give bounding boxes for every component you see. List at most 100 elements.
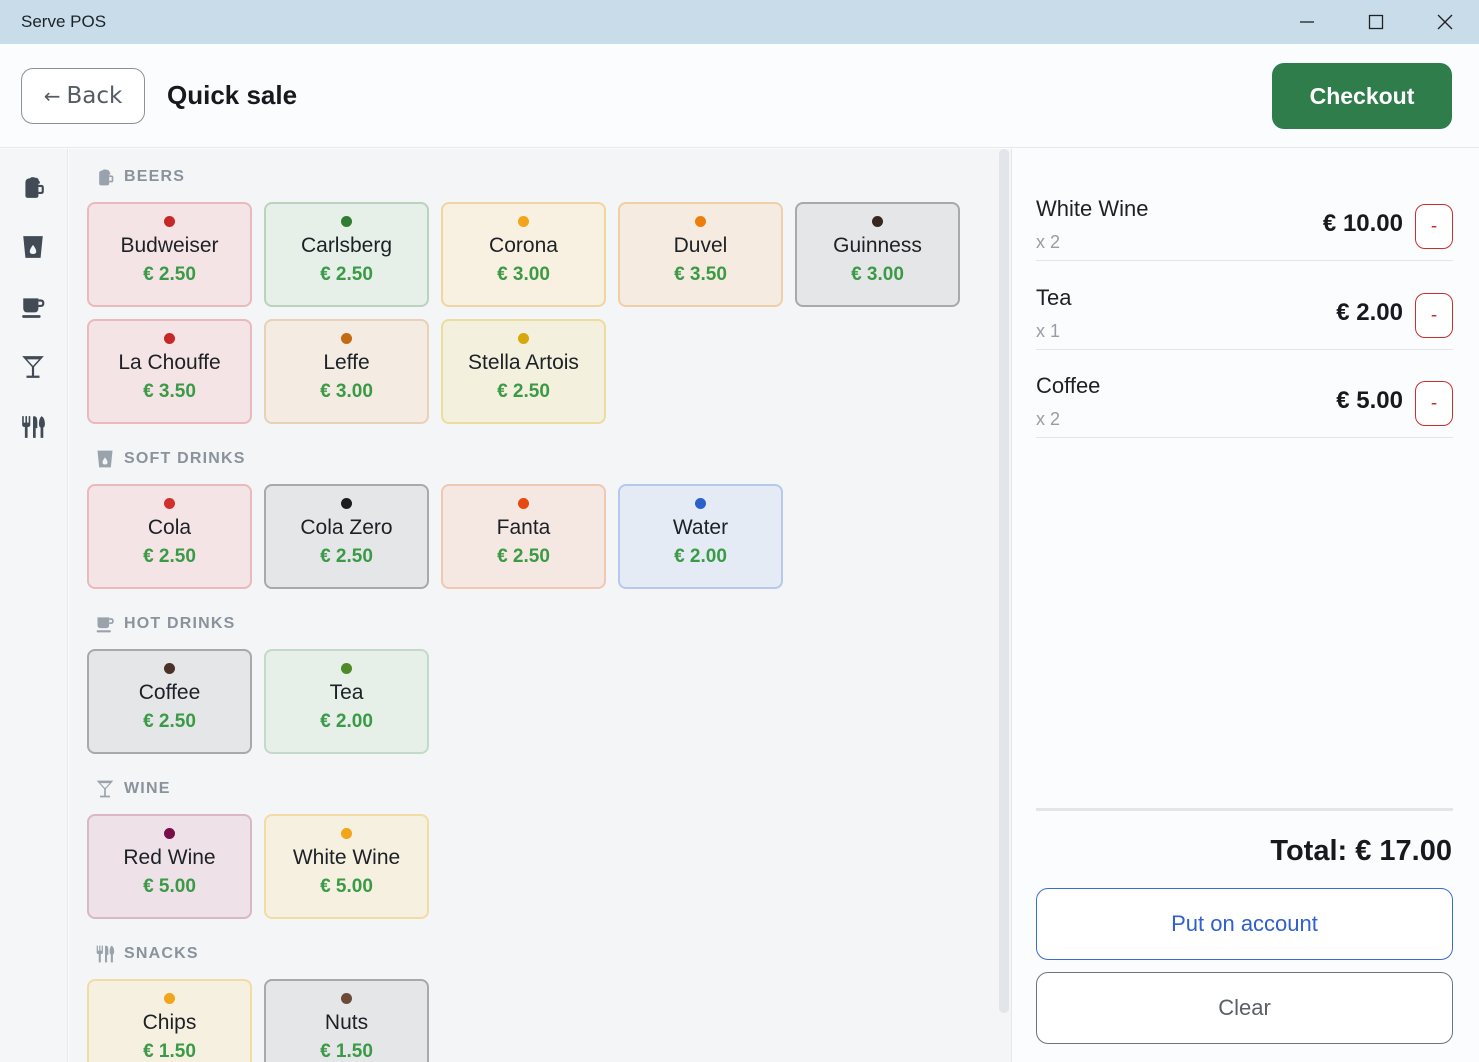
grid-scrollbar[interactable] [999,149,1011,1062]
wine-glass-icon [96,780,114,798]
page-header: ← Back Quick sale Checkout [0,44,1479,148]
order-panel: White Wine x 2 € 10.00 - Tea x 1 € 2.00 … [1011,149,1479,1062]
product-name: Fanta [496,516,551,539]
color-dot [518,498,529,509]
product-price: € 2.50 [497,381,550,402]
product-price: € 2.50 [320,546,373,567]
color-dot [695,498,706,509]
color-dot [518,333,529,344]
product-name: Stella Artois [468,351,579,374]
rail-item-wine[interactable] [20,354,46,380]
product-grid: BEERS Budweiser € 2.50 Carlsberg € 2.50 Co… [69,149,999,1062]
order-line-qty: x 1 [1036,321,1061,341]
color-dot [164,333,175,344]
back-button-label: Back [66,83,123,109]
order-line-amount: € 10.00 [1322,210,1403,237]
product-name: La Chouffe [118,351,221,374]
product-price: € 3.50 [674,264,727,285]
order-line: White Wine x 2 € 10.00 - [1036,172,1453,261]
product-tile[interactable]: Cola € 2.50 [87,484,252,589]
cup-icon [23,236,43,258]
product-name: Nuts [324,1011,369,1034]
product-price: € 1.50 [143,1041,196,1062]
product-tile[interactable]: Chips € 1.50 [87,979,252,1062]
product-price: € 2.50 [320,264,373,285]
product-tile[interactable]: Red Wine € 5.00 [87,814,252,919]
color-dot [695,216,706,227]
rail-item-hot-drinks[interactable] [20,294,46,320]
scrollbar-thumb[interactable] [999,149,1009,1013]
product-name: Leffe [323,351,370,374]
product-tile[interactable]: Guinness € 3.00 [795,202,960,307]
product-tile[interactable]: Stella Artois € 2.50 [441,319,606,424]
close-button[interactable] [1410,0,1479,44]
product-tile[interactable]: Cola Zero € 2.50 [264,484,429,589]
beer-icon [25,177,44,198]
color-dot [518,216,529,227]
section-header-wine: WINE [95,779,171,799]
product-name: White Wine [292,846,401,869]
section-header-beers: BEERS [95,167,185,187]
product-tile[interactable]: Nuts € 1.50 [264,979,429,1062]
product-name: Water [672,516,729,539]
product-tile[interactable]: White Wine € 5.00 [264,814,429,919]
color-dot [164,828,175,839]
product-name: Corona [489,234,558,257]
section-label: SOFT DRINKS [124,450,246,467]
product-price: € 2.50 [143,546,196,567]
section-label: HOT DRINKS [124,615,236,632]
maximize-button[interactable] [1341,0,1410,44]
product-tile[interactable]: Fanta € 2.50 [441,484,606,589]
rail-item-soft-drinks[interactable] [20,234,46,260]
color-dot [872,216,883,227]
product-tile[interactable]: Tea € 2.00 [264,649,429,754]
product-name: Red Wine [123,846,216,869]
remove-item-button[interactable]: - [1415,293,1453,338]
product-tile[interactable]: Duvel € 3.50 [618,202,783,307]
window-controls [1272,0,1479,44]
order-line: Tea x 1 € 2.00 - [1036,261,1453,350]
hot-drink-icon [96,617,114,633]
checkout-button[interactable]: Checkout [1272,63,1452,129]
product-tile[interactable]: Corona € 3.00 [441,202,606,307]
order-line-name: Tea [1036,285,1072,310]
order-line-amount: € 5.00 [1336,387,1403,414]
product-price: € 3.50 [143,381,196,402]
product-tile[interactable]: Budweiser € 2.50 [87,202,252,307]
color-dot [164,993,175,1004]
color-dot [164,663,175,674]
arrow-left-icon: ← [43,84,61,108]
order-line: Coffee x 2 € 5.00 - [1036,349,1453,438]
product-tile[interactable]: Carlsberg € 2.50 [264,202,429,307]
title-bar: Serve POS [0,0,1479,44]
product-price: € 2.50 [143,711,196,732]
back-button[interactable]: ← Back [21,68,145,124]
product-name: Coffee [138,681,201,704]
order-line-amount: € 2.00 [1336,299,1403,326]
cocktail-icon [22,356,44,378]
product-price: € 3.00 [851,264,904,285]
minimize-button[interactable] [1272,0,1341,44]
remove-item-button[interactable]: - [1415,204,1453,249]
product-price: € 2.00 [674,546,727,567]
rail-item-beers[interactable] [20,174,46,200]
product-name: Guinness [833,234,922,257]
section-header-hot-drinks: HOT DRINKS [95,614,236,634]
order-total: Total: € 17.00 [1270,835,1452,867]
close-icon [1437,14,1452,30]
color-dot [341,663,352,674]
product-name: Cola Zero [300,516,393,539]
clear-button[interactable]: Clear [1036,972,1453,1044]
product-name: Carlsberg [300,234,393,257]
product-tile[interactable]: Water € 2.00 [618,484,783,589]
beer-icon [99,169,114,186]
put-on-account-button[interactable]: Put on account [1036,888,1453,960]
rail-item-snacks[interactable] [20,414,46,440]
product-name: Cola [147,516,192,539]
product-tile[interactable]: Coffee € 2.50 [87,649,252,754]
section-header-soft-drinks: SOFT DRINKS [95,449,246,469]
remove-item-button[interactable]: - [1415,381,1453,426]
product-name: Tea [329,681,364,704]
product-tile[interactable]: La Chouffe € 3.50 [87,319,252,424]
product-tile[interactable]: Leffe € 3.00 [264,319,429,424]
